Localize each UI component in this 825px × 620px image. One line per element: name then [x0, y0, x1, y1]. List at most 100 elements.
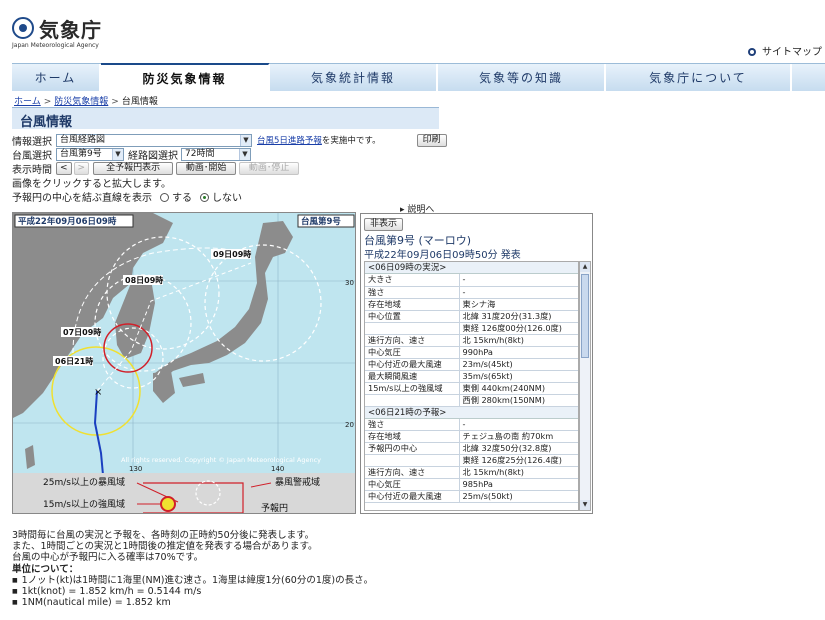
notes: 3時間毎に台風の実況と予報を、各時刻の正時約50分後に発表します。 また、1時間…: [12, 530, 373, 608]
legend-strong-area: 15m/s以上の強風域: [43, 498, 125, 510]
row-value: -: [459, 418, 578, 431]
time-row: 表示時間 < > 全予報円表示 動画･開始 動画･停止: [12, 161, 300, 176]
label-07d09h: 07日09時: [63, 327, 101, 337]
tab-disaster-info[interactable]: 防災気象情報: [101, 63, 270, 91]
radio-no[interactable]: しない: [200, 189, 242, 204]
label-06d21h: 06日21時: [55, 356, 93, 366]
row-key: 予報円の中心: [365, 442, 460, 455]
row-value: 東側 440km(240NM): [459, 382, 578, 395]
table-row: 東経 126度00分(126.0度): [365, 322, 578, 335]
tab-about[interactable]: 気象庁について: [606, 64, 792, 91]
note-line: 3時間毎に台風の実況と予報を、各時刻の正時約50分後に発表します。: [12, 530, 315, 541]
tab-knowledge[interactable]: 気象等の知識: [438, 64, 606, 91]
table-row: 進行方向、速さ北 15km/h(8kt): [365, 466, 578, 479]
logo-text: 気象庁: [39, 18, 102, 42]
row-value: 北 15km/h(8kt): [459, 466, 578, 479]
row-key: [365, 454, 460, 467]
lat-20: 20: [345, 421, 354, 429]
route-select[interactable]: 72時間 ▼: [181, 147, 251, 161]
breadcrumb-current: 台風情報: [121, 97, 158, 107]
jma-emblem-icon: [12, 17, 34, 39]
bullet-icon: [748, 48, 756, 56]
sitemap-link[interactable]: サイトマップ: [748, 43, 822, 58]
map-date-label: 平成22年09月06日09時: [18, 216, 117, 227]
jma-logo[interactable]: 気象庁 Japan Meteorological Agency: [12, 14, 112, 50]
next-button[interactable]: >: [73, 161, 90, 175]
current-position-icon: ×: [94, 387, 102, 398]
row-value: 北 15km/h(8kt): [459, 334, 578, 347]
typhoon-select-row: 台風選択 台風第9号 ▼ 経路図選択 72時間 ▼: [12, 147, 251, 162]
five-day-forecast-link[interactable]: 台風5日進路予報: [257, 134, 322, 146]
note-line: また、1時間ごとの実況と1時間後の推定値を発表する場合があります。: [12, 541, 318, 553]
row-value: 985hPa: [459, 478, 578, 491]
table-row: 中心気圧 985hPa: [365, 478, 578, 491]
row-key: 中心位置: [365, 310, 460, 323]
table-row: 中心気圧 990hPa: [365, 346, 578, 359]
typhoon-track-map[interactable]: × 09日09時 08日09時 07日09時 06日21時 平成22年09月06…: [12, 212, 356, 514]
legend-storm-area: 25m/s以上の暴風域: [43, 476, 125, 488]
label-09d09h: 09日09時: [213, 249, 251, 259]
row-key: 進行方向、速さ: [365, 466, 460, 479]
table-row: 中心位置 北緯 31度20分(31.3度): [365, 310, 578, 323]
scrollbar[interactable]: ▲ ▼: [579, 261, 591, 511]
print-button[interactable]: 印刷: [416, 133, 447, 147]
scroll-up-icon[interactable]: ▲: [580, 262, 590, 272]
full-range-button[interactable]: 全予報円表示: [93, 161, 174, 175]
line-option-row: 予報円の中心を結ぶ直線を表示 する しない: [12, 189, 242, 204]
unit-line: 1ノット(kt)は1時間に1海里(NM)進む速さ。1海里は緯度1分(60分の1度…: [12, 575, 373, 586]
units-title: 単位について：: [12, 563, 79, 575]
chevron-down-icon: ▼: [240, 134, 251, 146]
row-value: 西側 280km(150NM): [459, 394, 578, 407]
row-key: 15m/s以上の強風域: [365, 382, 460, 395]
table-row: 存在地域 チェジュ島の南 約70km: [365, 430, 578, 443]
scroll-down-icon[interactable]: ▼: [580, 500, 590, 510]
row-key: 強さ: [365, 286, 460, 299]
panel-issued: 平成22年09月06日09時50分 発表: [364, 250, 521, 261]
row-key: 中心気圧: [365, 478, 460, 491]
table-row: 予報円の中心 北緯 32度50分(32.8度): [365, 442, 578, 455]
stop-button[interactable]: 動画･停止: [239, 161, 300, 175]
table-row: 大きさ -: [365, 274, 578, 287]
hide-button[interactable]: 非表示: [364, 218, 404, 231]
radio-selected-icon: [200, 192, 209, 202]
prev-button[interactable]: <: [56, 161, 72, 175]
info-select-row: 情報選択 台風経路図 ▼ 台風5日進路予報 を実施中です。 印刷: [12, 133, 447, 148]
five-day-note: を実施中です。: [321, 136, 381, 146]
row-key: 中心気圧: [365, 346, 460, 359]
lon-130: 130: [129, 465, 142, 473]
table-row: 存在地域 東シナ海: [365, 298, 578, 311]
legend-forecast-circle: 予報円: [261, 503, 288, 514]
note-line: 台風の中心が予報円に入る確率は70%です。: [12, 552, 204, 564]
row-value: 990hPa: [459, 346, 578, 359]
row-value: 23m/s(45kt): [459, 358, 578, 371]
typhoon-select-label: 台風選択: [12, 150, 52, 162]
info-table-scroll-area[interactable]: <06日09時の実況> 大きさ - 強さ - 存在地域 東シナ海 中心位置 北緯 31度20分(…: [364, 261, 579, 511]
breadcrumb-home[interactable]: ホーム: [14, 97, 41, 107]
radio-icon: [160, 192, 169, 202]
row-key: 強さ: [365, 418, 460, 431]
play-button[interactable]: 動画･開始: [176, 161, 237, 175]
time-label: 表示時間: [12, 164, 52, 176]
table-row: 強さ -: [365, 286, 578, 299]
unit-line: 1NM(nautical mile) = 1.852 km: [12, 597, 373, 608]
scroll-thumb[interactable]: [581, 274, 589, 358]
route-select-label: 経路図選択: [128, 150, 178, 162]
breadcrumb-disaster[interactable]: 防災気象情報: [54, 97, 108, 107]
radio-yes[interactable]: する: [160, 189, 192, 204]
breadcrumb: ホーム > 防災気象情報 > 台風情報: [14, 97, 158, 107]
row-value: 東シナ海: [459, 298, 578, 311]
info-select-label: 情報選択: [12, 136, 52, 148]
table-row: 中心付近の最大風速 23m/s(45kt): [365, 358, 578, 371]
typhoon-select[interactable]: 台風第9号 ▼: [56, 147, 124, 161]
row-value: 東経 126度00分(126.0度): [459, 322, 578, 335]
tab-statistics[interactable]: 気象統計情報: [270, 64, 438, 91]
section-header: <06日09時の実況>: [365, 262, 578, 274]
row-key: 大きさ: [365, 274, 460, 287]
chevron-down-icon: ▼: [239, 148, 250, 160]
unit-line: 1kt(knot) = 1.852 km/h = 0.5144 m/s: [12, 586, 373, 597]
table-row: 中心付近の最大風速 25m/s(50kt): [365, 490, 578, 503]
info-select[interactable]: 台風経路図 ▼: [56, 133, 252, 147]
table-row: 東経 126度25分(126.4度): [365, 454, 578, 467]
tab-home[interactable]: ホーム: [12, 64, 101, 91]
row-key: 中心付近の最大風速: [365, 490, 460, 503]
